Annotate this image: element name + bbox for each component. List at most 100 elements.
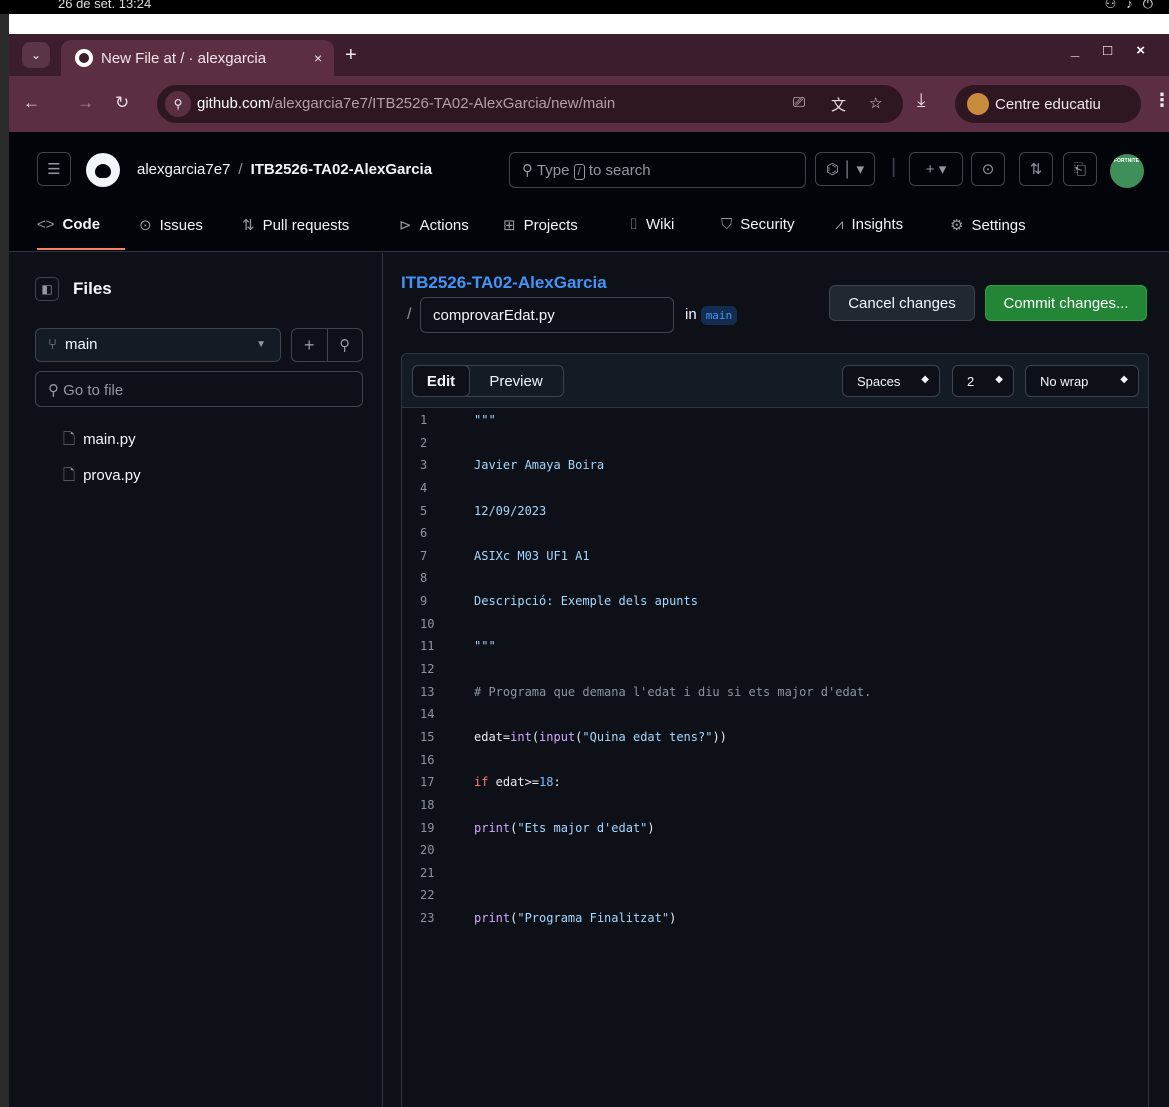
github-logo-icon[interactable] bbox=[86, 153, 120, 187]
add-file-icon[interactable]: + bbox=[292, 329, 327, 361]
filename-input[interactable]: comprovarEdat.py bbox=[420, 297, 674, 333]
chevron-down-icon: ⌄ bbox=[30, 48, 42, 62]
cancel-changes-button[interactable]: Cancel changes bbox=[829, 285, 975, 321]
chevron-down-icon: ▾ bbox=[938, 161, 947, 178]
hamburger-menu-icon[interactable]: ☰ bbox=[37, 152, 71, 186]
line-number: 4 bbox=[420, 480, 428, 495]
code-line[interactable]: 22 bbox=[402, 884, 1148, 907]
tab-preview[interactable]: Preview bbox=[469, 366, 563, 396]
code-line[interactable]: 17 if edat>=18: bbox=[402, 771, 1148, 794]
back-arrow-icon[interactable]: ← bbox=[23, 93, 40, 113]
user-avatar[interactable] bbox=[1110, 154, 1144, 188]
download-icon[interactable]: ⤓ bbox=[917, 90, 925, 112]
code-line[interactable]: 18 bbox=[402, 794, 1148, 817]
new-tab-button[interactable]: + bbox=[345, 44, 357, 67]
code-token: """ bbox=[474, 413, 496, 427]
minimize-icon[interactable]: _ bbox=[1071, 42, 1103, 59]
tab-settings[interactable]: ⚙ Settings bbox=[950, 216, 1026, 234]
code-line[interactable]: 8 bbox=[402, 567, 1148, 590]
pull-requests-icon[interactable]: ⇅ bbox=[1019, 152, 1053, 186]
code-line[interactable]: 4 bbox=[402, 477, 1148, 500]
repo-link[interactable]: ITB2526-TA02-AlexGarcia bbox=[251, 161, 432, 178]
tab-security[interactable]: ⛉ Security bbox=[721, 216, 794, 233]
tab-wiki[interactable]: ⌷ Wiki bbox=[629, 216, 674, 233]
code-line[interactable]: 10 bbox=[402, 613, 1148, 636]
repo-name-link[interactable]: ITB2526-TA02-AlexGarcia bbox=[401, 273, 607, 293]
line-number: 5 bbox=[420, 503, 428, 518]
branch-selector[interactable]: ⑂ main ▼ bbox=[35, 328, 281, 362]
copilot-button[interactable]: ⌬ │ ▾ bbox=[815, 152, 875, 186]
code-line[interactable]: 23 print("Programa Finalitzat") bbox=[402, 907, 1148, 930]
line-number: 17 bbox=[420, 775, 435, 790]
code-line[interactable]: 2 bbox=[402, 432, 1148, 455]
breadcrumb: alexgarcia7e7/ITB2526-TA02-AlexGarcia bbox=[137, 161, 433, 178]
address-bar[interactable]: ⚲ github.com/alexgarcia7e7/ITB2526-TA02-… bbox=[157, 85, 903, 123]
tab-issues[interactable]: ⊙ Issues bbox=[139, 216, 203, 234]
inbox-icon[interactable]: ⎗ bbox=[1063, 152, 1097, 186]
code-line[interactable]: 19 print("Ets major d'edat") bbox=[402, 817, 1148, 840]
code-line[interactable]: 7 ASIXc M03 UF1 A1 bbox=[402, 545, 1148, 568]
tab-code[interactable]: <> Code bbox=[37, 216, 100, 233]
tab-close-button[interactable]: × bbox=[314, 50, 322, 66]
close-window-icon[interactable]: × bbox=[1136, 42, 1169, 59]
url-text[interactable]: github.com/alexgarcia7e7/ITB2526-TA02-Al… bbox=[197, 95, 615, 112]
tab-pull-requests[interactable]: ⇅ Pull requests bbox=[242, 216, 349, 234]
search-icon: ⚲ bbox=[522, 162, 533, 179]
reload-icon[interactable]: ↻ bbox=[115, 93, 129, 113]
code-area[interactable]: 1 """ 2 3 Javier Amaya Boira 4 5 12/09/2023 6 7 AS… bbox=[402, 409, 1148, 930]
wrap-mode-select[interactable]: No wrap ◆ bbox=[1025, 365, 1139, 397]
code-line[interactable]: 16 bbox=[402, 749, 1148, 772]
book-icon: ⌷ bbox=[629, 216, 639, 233]
code-line[interactable]: 6 bbox=[402, 522, 1148, 545]
code-token: print bbox=[474, 911, 511, 926]
clock[interactable]: 26 de set. 13:24 bbox=[58, 0, 151, 11]
line-content: """ bbox=[474, 635, 496, 658]
code-line[interactable]: 9 Descripció: Exemple dels apunts bbox=[402, 590, 1148, 613]
code-line[interactable]: 11 """ bbox=[402, 635, 1148, 658]
bookmark-star-icon[interactable]: ☆ bbox=[869, 94, 882, 112]
tab-search-button[interactable]: ⌄ bbox=[22, 42, 50, 68]
owner-link[interactable]: alexgarcia7e7 bbox=[137, 161, 230, 178]
line-number: 1 bbox=[420, 413, 428, 427]
file-icon: 🗋 bbox=[63, 431, 76, 448]
search-input[interactable]: ⚲ Type / to search bbox=[509, 152, 806, 188]
profile-button[interactable]: Centre educatiu bbox=[955, 85, 1141, 123]
tab-projects[interactable]: ⊞ Projects bbox=[503, 216, 578, 234]
file-item-prova[interactable]: 🗋 prova.py bbox=[63, 465, 141, 490]
active-tab-underline bbox=[37, 248, 125, 250]
file-item-main[interactable]: 🗋 main.py bbox=[63, 429, 136, 454]
code-line[interactable]: 14 bbox=[402, 703, 1148, 726]
tab-insights[interactable]: ⩘ Insights bbox=[835, 216, 903, 233]
site-settings-icon[interactable]: ⚲ bbox=[165, 91, 191, 117]
tab-edit[interactable]: Edit bbox=[412, 365, 470, 397]
forward-arrow-icon[interactable]: → bbox=[77, 93, 94, 113]
go-to-file-input[interactable]: ⚲ Go to file bbox=[35, 371, 363, 407]
code-line[interactable]: 20 bbox=[402, 839, 1148, 862]
search-icon[interactable]: ⚲ bbox=[326, 329, 363, 361]
github-favicon-icon bbox=[75, 49, 93, 67]
maximize-icon[interactable]: □ bbox=[1103, 42, 1136, 59]
translate-icon[interactable]: 文 bbox=[831, 94, 846, 115]
collapse-sidebar-icon[interactable]: ◧ bbox=[35, 277, 59, 301]
tab-actions[interactable]: ⊳ Actions bbox=[399, 216, 469, 234]
code-line[interactable]: 21 bbox=[402, 862, 1148, 885]
browser-tab-bar: ⌄ New File at / · alexgarcia × + _□× bbox=[9, 34, 1169, 76]
code-token: "Programa Finalitzat" bbox=[517, 911, 670, 926]
system-tray[interactable]: ⚇♪⏻ bbox=[1105, 0, 1163, 12]
window-controls[interactable]: _□× bbox=[1071, 42, 1169, 59]
browser-menu-icon[interactable]: ⋮ bbox=[1153, 90, 1169, 111]
issues-icon[interactable]: ⊙ bbox=[971, 152, 1005, 186]
commit-changes-button[interactable]: Commit changes... bbox=[985, 285, 1147, 321]
browser-tab[interactable]: New File at / · alexgarcia × bbox=[61, 40, 334, 76]
code-line[interactable]: 3 Javier Amaya Boira bbox=[402, 454, 1148, 477]
cast-icon[interactable]: ⎚ bbox=[793, 94, 805, 111]
create-new-button[interactable]: + ▾ bbox=[909, 152, 963, 186]
code-line[interactable]: 5 12/09/2023 bbox=[402, 500, 1148, 523]
code-line[interactable]: 1 """ bbox=[402, 409, 1148, 432]
code-line[interactable]: 13 # Programa que demana l'edat i diu si … bbox=[402, 681, 1148, 704]
indent-size-select[interactable]: 2 ◆ bbox=[952, 365, 1014, 397]
line-number: 21 bbox=[420, 865, 435, 880]
code-line[interactable]: 12 bbox=[402, 658, 1148, 681]
indent-mode-select[interactable]: Spaces ◆ bbox=[842, 365, 940, 397]
code-line[interactable]: 15 edat=int(input("Quina edat tens?")) bbox=[402, 726, 1148, 749]
